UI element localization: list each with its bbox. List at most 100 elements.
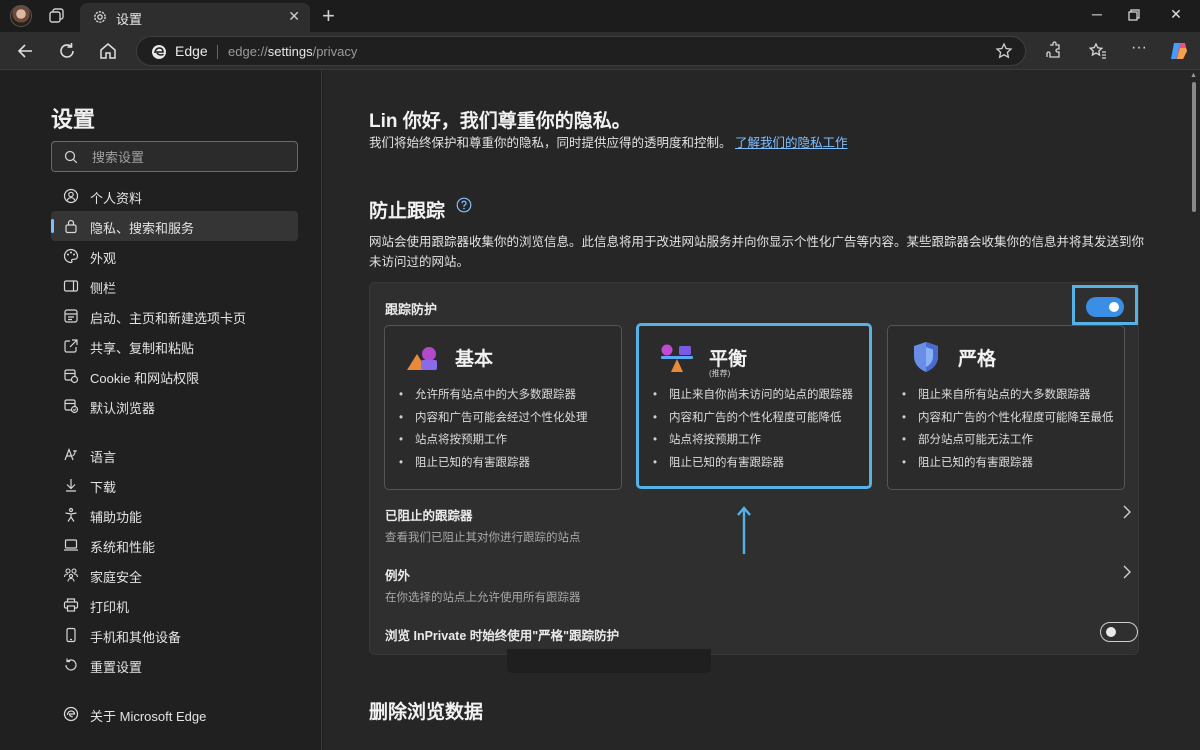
- sidebar-item-reset[interactable]: 重置设置: [51, 650, 298, 680]
- sidebar-item-downloads[interactable]: 下载: [51, 470, 298, 500]
- cookie-icon: [64, 369, 79, 384]
- sidebar-item-about[interactable]: 关于 Microsoft Edge: [51, 699, 298, 729]
- sidebar-item-profile[interactable]: 个人资料: [51, 181, 298, 211]
- address-bar[interactable]: Edge edge://settings/privacy: [136, 36, 1026, 66]
- restore-icon[interactable]: [1128, 9, 1140, 21]
- option-name: 基本: [455, 349, 494, 370]
- sidebar-item-privacy[interactable]: 隐私、搜索和服务: [51, 211, 298, 241]
- extensions-icon[interactable]: [1043, 41, 1063, 61]
- bullet: 内容和广告可能会经过个性化处理: [399, 407, 588, 430]
- sidebar-item-phone[interactable]: 手机和其他设备: [51, 620, 298, 650]
- sidebar-item-language[interactable]: 语言: [51, 440, 298, 470]
- inprivate-strict-toggle[interactable]: [1100, 622, 1138, 642]
- sidebar-item-cookies[interactable]: Cookie 和网站权限: [51, 361, 298, 391]
- minimize-icon[interactable]: ─: [1089, 6, 1105, 22]
- share-icon: [64, 339, 78, 353]
- sidebar-item-share[interactable]: 共享、复制和粘贴: [51, 331, 298, 361]
- bullet: 阻止已知的有害跟踪器: [399, 452, 588, 475]
- reset-icon: [65, 658, 77, 671]
- language-icon: [64, 447, 77, 461]
- address-separator: [217, 45, 218, 59]
- bullet: 阻止已知的有害跟踪器: [902, 452, 1114, 475]
- help-icon[interactable]: [456, 197, 472, 213]
- sidebar-item-accessibility[interactable]: 辅助功能: [51, 500, 298, 530]
- greeting-description: 我们将始终保护和尊重你的隐私，同时提供应得的透明度和控制。 了解我们的隐私工作: [369, 136, 848, 150]
- tab-close-icon[interactable]: ✕: [288, 8, 300, 25]
- window-close-icon[interactable]: ✕: [1168, 6, 1184, 22]
- exceptions-subtitle: 在你选择的站点上允许使用所有跟踪器: [385, 592, 581, 604]
- edge-label: Edge: [175, 43, 208, 59]
- exceptions-title[interactable]: 例外: [385, 565, 410, 584]
- search-icon: [64, 150, 78, 164]
- sidebar-item-label: 共享、复制和粘贴: [90, 341, 195, 356]
- sidebar-item-label: 系统和性能: [90, 540, 156, 555]
- sidebar-item-label: 手机和其他设备: [90, 630, 182, 645]
- copilot-icon[interactable]: [1168, 40, 1190, 62]
- family-icon: [63, 568, 79, 582]
- chevron-right-icon[interactable]: [1122, 565, 1132, 579]
- sidebar-icon: [63, 280, 79, 292]
- system-icon: [64, 539, 78, 551]
- greeting-title: Lin 你好，我们尊重你的隐私。: [369, 111, 631, 132]
- option-balanced[interactable]: 平衡 (推荐) 阻止来自你尚未访问的站点的跟踪器 内容和广告的个性化程度可能降低…: [636, 323, 872, 489]
- download-icon: [66, 479, 76, 492]
- balance-scale-icon: [661, 344, 693, 372]
- privacy-link[interactable]: 了解我们的隐私工作: [735, 136, 848, 150]
- refresh-icon[interactable]: [56, 40, 78, 62]
- sidebar-item-label: Cookie 和网站权限: [90, 371, 200, 386]
- sidebar-item-printer[interactable]: 打印机: [51, 590, 298, 620]
- more-options-icon[interactable]: ···: [1131, 39, 1151, 59]
- tracking-prevention-toggle[interactable]: [1086, 297, 1124, 317]
- bullet: 允许所有站点中的大多数跟踪器: [399, 384, 588, 407]
- option-bullets: 允许所有站点中的大多数跟踪器 内容和广告可能会经过个性化处理 站点将按预期工作 …: [399, 384, 588, 474]
- sidebar-item-label: 辅助功能: [90, 510, 143, 525]
- browser-icon: [64, 399, 79, 414]
- sidebar-item-default-browser[interactable]: 默认浏览器: [51, 391, 298, 421]
- url-text[interactable]: edge://settings/privacy: [228, 44, 357, 59]
- scroll-up-icon[interactable]: ▲: [1190, 72, 1197, 79]
- sidebar-item-label: 家庭安全: [90, 570, 143, 585]
- blocked-trackers-subtitle: 查看我们已阻止其对你进行跟踪的站点: [385, 532, 581, 544]
- sidebar-item-label: 外观: [90, 251, 117, 266]
- sidebar-item-startup[interactable]: 启动、主页和新建选项卡页: [51, 301, 298, 331]
- tracking-prevention-label: 跟踪防护: [385, 302, 438, 317]
- sidebar-item-label: 默认浏览器: [90, 401, 156, 416]
- favorites-icon[interactable]: [1088, 41, 1108, 61]
- sidebar-item-system[interactable]: 系统和性能: [51, 530, 298, 560]
- tab-strip: 设置 ✕ + ─ ✕: [0, 0, 1200, 32]
- home-icon[interactable]: [97, 40, 119, 62]
- settings-main: Lin 你好，我们尊重你的隐私。 我们将始终保护和尊重你的隐私，同时提供应得的透…: [323, 70, 1188, 750]
- search-input[interactable]: [92, 147, 292, 167]
- tab-settings[interactable]: 设置 ✕: [80, 3, 310, 32]
- sidebar-item-appearance[interactable]: 外观: [51, 241, 298, 271]
- option-strict[interactable]: 严格 阻止来自所有站点的大多数跟踪器 内容和广告的个性化程度可能降至最低 部分站…: [887, 325, 1125, 490]
- search-box[interactable]: [51, 141, 298, 172]
- bullet: 站点将按预期工作: [653, 429, 853, 452]
- sidebar-item-label: 打印机: [90, 600, 130, 615]
- option-recommended: (推荐): [709, 369, 731, 378]
- option-basic[interactable]: 基本 允许所有站点中的大多数跟踪器 内容和广告可能会经过个性化处理 站点将按预期…: [384, 325, 622, 490]
- workspaces-icon[interactable]: [48, 7, 66, 25]
- favorite-star-icon[interactable]: [995, 42, 1013, 60]
- sidebar-item-family[interactable]: 家庭安全: [51, 560, 298, 590]
- option-bullets: 阻止来自所有站点的大多数跟踪器 内容和广告的个性化程度可能降至最低 部分站点可能…: [902, 384, 1114, 474]
- option-name: 平衡: [709, 349, 748, 370]
- back-icon[interactable]: [15, 40, 37, 62]
- blocked-trackers-title[interactable]: 已阻止的跟踪器: [385, 505, 473, 524]
- appearance-icon: [63, 248, 79, 264]
- phone-icon: [66, 627, 76, 643]
- bullet: 内容和广告的个性化程度可能降至最低: [902, 407, 1114, 430]
- bullet: 部分站点可能无法工作: [902, 429, 1114, 452]
- gear-icon: [94, 11, 106, 23]
- profile-avatar[interactable]: [10, 5, 32, 27]
- sidebar-item-label: 重置设置: [90, 660, 143, 675]
- new-tab-icon[interactable]: +: [322, 3, 335, 29]
- annotation-arrow-up-icon: [737, 506, 751, 554]
- scrollbar[interactable]: ▲: [1188, 70, 1200, 750]
- sidebar-item-label: 下载: [90, 480, 117, 495]
- edge-logo-icon: [152, 45, 166, 59]
- sidebar-item-sidebar[interactable]: 侧栏: [51, 271, 298, 301]
- chevron-right-icon[interactable]: [1122, 505, 1132, 519]
- option-bullets: 阻止来自你尚未访问的站点的跟踪器 内容和广告的个性化程度可能降低 站点将按预期工…: [653, 384, 853, 474]
- scrollbar-thumb[interactable]: [1192, 82, 1196, 212]
